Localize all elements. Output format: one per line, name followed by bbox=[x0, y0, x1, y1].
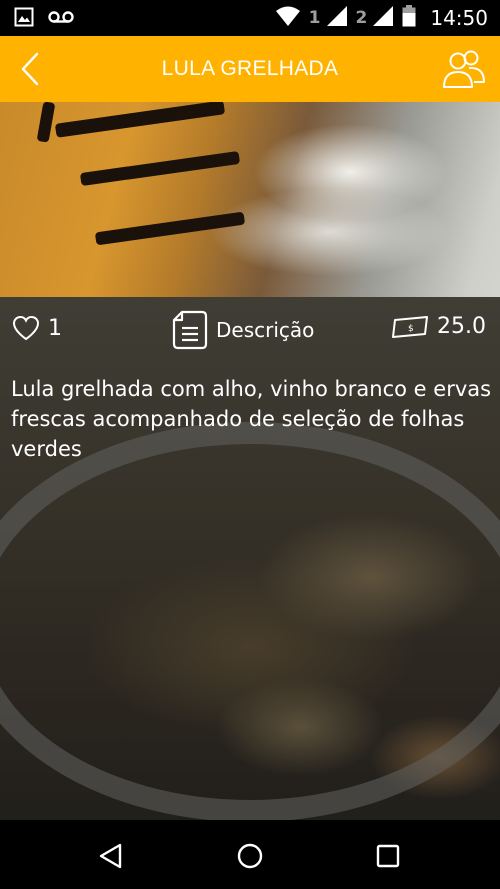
sim2-label: 2 bbox=[355, 8, 368, 28]
nav-recents-button[interactable] bbox=[366, 834, 410, 878]
info-row: 1 Descrição $ 25.0 bbox=[0, 300, 500, 362]
battery-icon bbox=[402, 5, 416, 31]
dish-description: Lula grelhada com alho, vinho branco e e… bbox=[11, 377, 492, 461]
money-icon: $ bbox=[392, 315, 429, 338]
recents-square-icon bbox=[376, 844, 400, 868]
back-triangle-icon bbox=[99, 843, 122, 869]
toolbar: LULA GRELHADA bbox=[0, 36, 500, 102]
price: $ 25.0 bbox=[391, 314, 486, 339]
nav-home-button[interactable] bbox=[228, 834, 272, 878]
status-right: 1 2 14:50 bbox=[275, 5, 488, 31]
home-circle-icon bbox=[237, 843, 263, 869]
chevron-left-icon bbox=[21, 52, 39, 86]
description-tab[interactable]: Descrição bbox=[172, 310, 314, 350]
back-button[interactable] bbox=[10, 48, 50, 90]
document-icon bbox=[172, 310, 208, 350]
nav-back-button[interactable] bbox=[89, 834, 133, 878]
status-bar: 1 2 14:50 bbox=[0, 0, 500, 36]
like-button[interactable]: 1 bbox=[12, 315, 62, 341]
signal-icon bbox=[326, 5, 348, 31]
svg-text:$: $ bbox=[408, 324, 414, 334]
description-label: Descrição bbox=[216, 318, 315, 342]
signal-icon bbox=[372, 5, 394, 31]
status-left bbox=[14, 7, 74, 31]
voicemail-icon bbox=[48, 9, 74, 29]
page-title: LULA GRELHADA bbox=[161, 57, 339, 80]
people-icon bbox=[443, 50, 485, 88]
status-time: 14:50 bbox=[430, 6, 488, 30]
image-icon bbox=[14, 7, 34, 31]
sim1-label: 1 bbox=[308, 8, 321, 28]
people-button[interactable] bbox=[440, 46, 488, 92]
price-value: 25.0 bbox=[437, 314, 486, 339]
heart-icon bbox=[12, 315, 40, 341]
wifi-icon bbox=[275, 5, 301, 31]
navigation-bar bbox=[0, 820, 500, 889]
likes-count: 1 bbox=[48, 315, 62, 341]
